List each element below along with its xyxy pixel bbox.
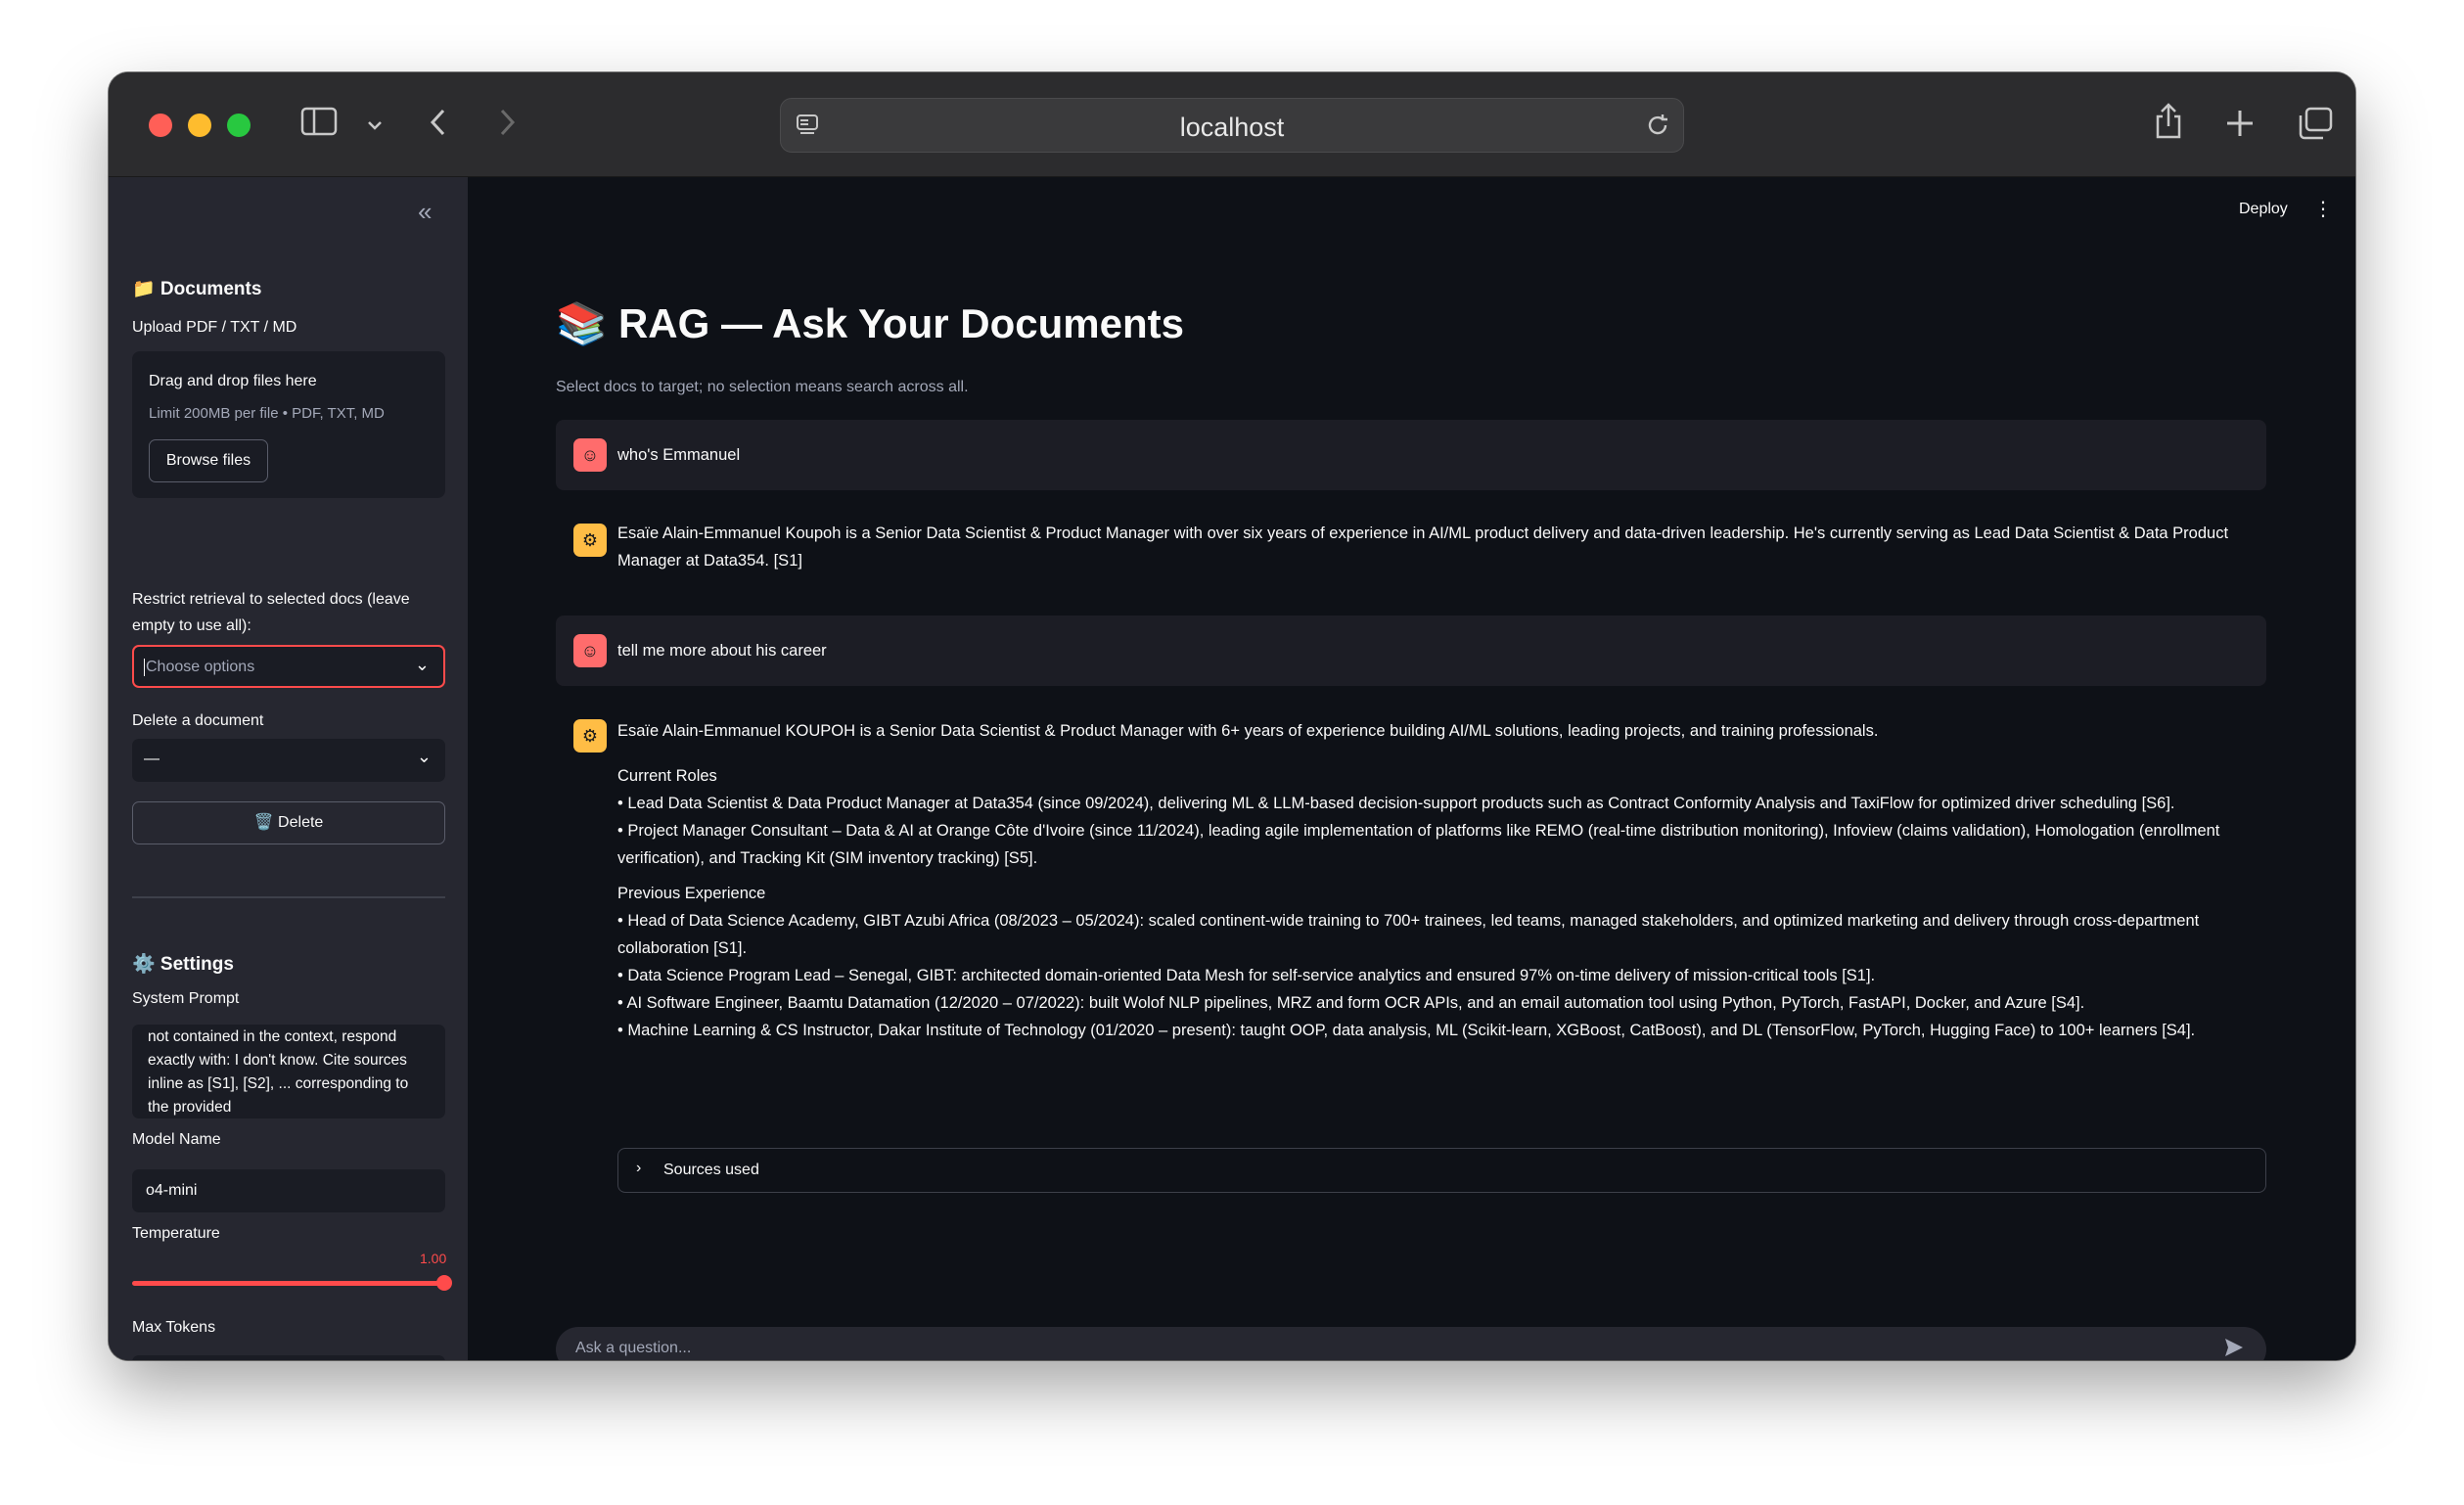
url-text: localhost bbox=[1179, 113, 1285, 142]
previous-experience-heading: Previous Experience bbox=[617, 885, 766, 902]
chevron-down-icon: ⌄ bbox=[416, 747, 432, 766]
upload-label: Upload PDF / TXT / MD bbox=[132, 319, 297, 336]
delete-button[interactable]: 🗑️ Delete bbox=[132, 801, 445, 844]
new-tab-icon[interactable] bbox=[2224, 108, 2256, 145]
minimize-window-button[interactable] bbox=[188, 114, 211, 137]
message-intro: Esaïe Alain-Emmanuel KOUPOH is a Senior … bbox=[617, 722, 1879, 740]
list-item: • AI Software Engineer, Baamtu Datamatio… bbox=[617, 994, 2085, 1012]
tab-overview-icon[interactable] bbox=[2297, 106, 2334, 147]
file-dropzone[interactable]: Drag and drop files here Limit 200MB per… bbox=[132, 351, 445, 498]
forward-icon[interactable] bbox=[496, 108, 518, 143]
model-name-label: Model Name bbox=[132, 1131, 221, 1148]
assistant-avatar-icon: ⚙ bbox=[573, 524, 607, 557]
share-icon[interactable] bbox=[2152, 102, 2185, 147]
message-text: who's Emmanuel bbox=[617, 446, 741, 464]
temperature-value: 1.00 bbox=[420, 1251, 447, 1266]
chevron-down-icon[interactable] bbox=[365, 112, 385, 141]
deploy-button[interactable]: Deploy bbox=[2239, 201, 2288, 218]
assistant-avatar-icon: ⚙ bbox=[573, 719, 607, 752]
temperature-slider-thumb[interactable] bbox=[436, 1275, 452, 1291]
address-bar[interactable]: localhost bbox=[780, 98, 1684, 153]
max-tokens-input[interactable]: 5512 − + bbox=[132, 1355, 445, 1360]
browser-toolbar: localhost bbox=[109, 72, 2355, 177]
sidebar-toggle-icon[interactable] bbox=[300, 106, 338, 143]
restrict-placeholder: Choose options bbox=[144, 659, 255, 676]
restrict-docs-multiselect[interactable]: Choose options ⌄ bbox=[132, 645, 445, 688]
chat-message-user bbox=[556, 420, 2266, 490]
documents-header: 📁 Documents bbox=[132, 279, 262, 299]
zoom-window-button[interactable] bbox=[227, 114, 251, 137]
list-item: • Project Manager Consultant – Data & AI… bbox=[617, 822, 2220, 867]
message-text: Esaïe Alain-Emmanuel Koupoh is a Senior … bbox=[617, 524, 2229, 570]
sidebar-divider bbox=[132, 896, 445, 898]
settings-header: ⚙️ Settings bbox=[132, 954, 234, 975]
main-menu-icon[interactable]: ⋮ bbox=[2313, 197, 2333, 221]
reload-icon[interactable] bbox=[1644, 112, 1671, 144]
close-window-button[interactable] bbox=[149, 114, 172, 137]
page-title: 📚 RAG — Ask Your Documents bbox=[556, 300, 1184, 346]
delete-document-select[interactable]: — ⌄ bbox=[132, 739, 445, 782]
collapse-sidebar-icon[interactable]: « bbox=[418, 197, 432, 227]
dropzone-title: Drag and drop files here bbox=[149, 373, 317, 389]
message-text: tell me more about his career bbox=[617, 642, 827, 660]
back-icon[interactable] bbox=[428, 108, 449, 143]
delete-label: Delete a document bbox=[132, 712, 264, 729]
model-name-input[interactable]: o4-mini bbox=[132, 1169, 445, 1212]
max-tokens-label: Max Tokens bbox=[132, 1319, 216, 1336]
temperature-label: Temperature bbox=[132, 1225, 220, 1242]
chat-input[interactable]: Ask a question... bbox=[556, 1327, 2266, 1360]
dropzone-limit: Limit 200MB per file • PDF, TXT, MD bbox=[149, 405, 385, 422]
send-icon[interactable] bbox=[2223, 1337, 2245, 1360]
list-item: • Machine Learning & CS Instructor, Daka… bbox=[617, 1022, 2196, 1039]
user-avatar-icon: ☺ bbox=[573, 438, 607, 472]
restrict-label: Restrict retrieval to selected docs (lea… bbox=[132, 591, 410, 634]
temperature-slider-track[interactable] bbox=[132, 1281, 445, 1286]
system-prompt-label: System Prompt bbox=[132, 990, 240, 1007]
current-roles-heading: Current Roles bbox=[617, 767, 717, 785]
sources-expander[interactable]: › Sources used bbox=[617, 1148, 2266, 1193]
sidebar: « 📁 Documents Upload PDF / TXT / MD Drag… bbox=[109, 177, 468, 1360]
browser-window: localhost « 📁 Documents Upload PDF / TXT… bbox=[109, 72, 2355, 1360]
list-item: • Lead Data Scientist & Data Product Man… bbox=[617, 795, 2175, 812]
list-item: • Data Science Program Lead – Senegal, G… bbox=[617, 967, 1876, 984]
user-avatar-icon: ☺ bbox=[573, 634, 607, 667]
chevron-right-icon: › bbox=[636, 1160, 642, 1176]
sources-label: Sources used bbox=[663, 1162, 759, 1178]
list-item: • Head of Data Science Academy, GIBT Azu… bbox=[617, 912, 2200, 957]
chevron-down-icon: ⌄ bbox=[414, 655, 430, 674]
system-prompt-textarea[interactable]: not contained in the context, respond ex… bbox=[132, 1025, 445, 1118]
page-caption: Select docs to target; no selection mean… bbox=[556, 379, 969, 395]
browse-files-button[interactable]: Browse files bbox=[149, 439, 268, 482]
main-content: Deploy ⋮ 📚 RAG — Ask Your Documents Sele… bbox=[468, 177, 2355, 1360]
delete-select-value: — bbox=[144, 751, 160, 767]
chat-placeholder: Ask a question... bbox=[575, 1340, 692, 1356]
model-name-value: o4-mini bbox=[146, 1182, 198, 1199]
